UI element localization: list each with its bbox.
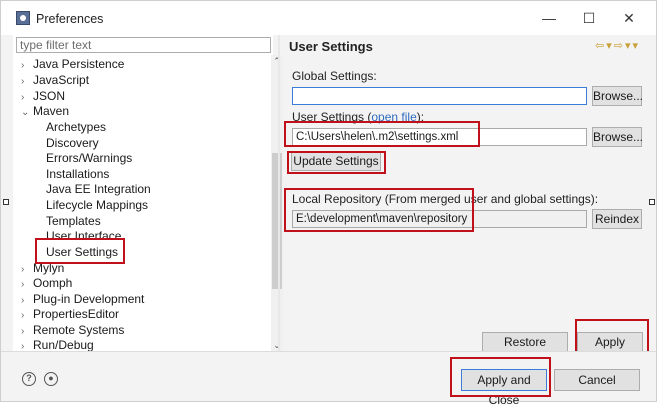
tree-item-label: PropertiesEditor [33,307,120,321]
panel-divider[interactable] [278,35,280,351]
tree-item-remote-systems[interactable]: › Remote Systems [21,322,124,338]
tree-item-archetypes[interactable]: Archetypes [46,119,106,135]
page-title: User Settings [289,39,373,54]
settings-page: User Settings ⇦▾⇨▾▾ Global Settings: Bro… [281,35,656,367]
tree-item-label: Remote Systems [33,323,125,337]
tree-item-label: Plug-in Development [33,292,145,306]
tree-item-label: Java Persistence [33,57,125,71]
tree-item-mylyn[interactable]: › Mylyn [21,260,64,276]
user-settings-input[interactable]: C:\Users\helen\.m2\settings.xml [292,128,587,146]
record-icon[interactable]: ● [44,372,58,386]
open-file-link[interactable]: open file [371,110,416,124]
tree-item-json[interactable]: › JSON [21,88,65,104]
local-repository-input[interactable]: E:\development\maven\repository [292,210,587,228]
tree-item-run-debug[interactable]: › Run/Debug [21,337,94,351]
tree-item-label: JavaScript [33,73,90,87]
resize-handle-left[interactable] [3,199,9,205]
dialog-content: type filter text › Java Persistence › Java… [1,35,656,367]
history-nav-icons[interactable]: ⇦▾⇨▾▾ [595,39,640,52]
user-settings-text: User Settings [292,110,365,124]
global-settings-input[interactable] [292,87,587,105]
user-browse-button[interactable]: Browse... [592,127,643,147]
eclipse-app-icon [16,11,30,25]
tree-item-installations[interactable]: Installations [46,166,109,182]
preference-tree: › Java Persistence › JavaScript › JSON ⌄ Mav… [13,55,259,351]
tree-item-oomph[interactable]: › Oomph [21,275,72,291]
tree-item-java-persistence[interactable]: › Java Persistence [21,56,124,72]
dialog-footer: ? ● Apply and Close Cancel [1,351,656,407]
tree-item-lifecycle-mappings[interactable]: Lifecycle Mappings [46,197,148,213]
tree-item-errors-warnings[interactable]: Errors/Warnings [46,150,132,166]
preference-tree-panel: type filter text › Java Persistence › Java… [13,35,283,351]
restore-defaults-button[interactable]: Restore Defaults [482,332,568,367]
tree-item-label: Mylyn [33,261,65,275]
resize-handle-right[interactable] [649,199,655,205]
tree-item-maven[interactable]: ⌄ Maven [21,103,69,119]
maximize-button[interactable]: ☐ [579,9,599,27]
cancel-button[interactable]: Cancel [554,369,640,391]
title-bar: Preferences — ☐ ✕ [1,1,656,35]
apply-and-close-button[interactable]: Apply and Close [461,369,547,407]
filter-input[interactable]: type filter text [16,37,271,53]
tree-item-label: Run/Debug [33,338,94,351]
minimize-button[interactable]: — [539,9,559,27]
user-settings-label: User Settings (open file): [292,110,425,124]
reindex-button[interactable]: Reindex [592,209,642,229]
window-title: Preferences [36,12,104,26]
tree-item-user-settings[interactable]: User Settings [46,244,118,260]
tree-item-label: Oomph [33,276,73,290]
tree-item-java-ee-integration[interactable]: Java EE Integration [46,181,151,197]
preferences-window: Preferences — ☐ ✕ type filter text › Java… [0,0,657,407]
global-settings-label: Global Settings: [292,69,377,83]
close-button[interactable]: ✕ [619,9,639,27]
update-settings-button[interactable]: Update Settings [291,151,381,171]
tree-item-templates[interactable]: Templates [46,213,101,229]
tree-item-label: Maven [33,104,70,118]
tree-item-user-interface[interactable]: User Interface [46,228,121,244]
help-icon[interactable]: ? [22,372,36,386]
tree-item-javascript[interactable]: › JavaScript [21,72,89,88]
tree-item-plug-in-development[interactable]: › Plug-in Development [21,291,144,307]
local-repository-label: Local Repository (From merged user and g… [292,192,599,206]
chevron-right-icon: › [21,341,25,351]
tree-item-label: JSON [33,89,66,103]
tree-item-properties-editor[interactable]: › PropertiesEditor [21,306,119,322]
apply-button[interactable]: Apply [577,332,643,352]
global-browse-button[interactable]: Browse... [592,86,643,106]
tree-item-discovery[interactable]: Discovery [46,135,99,151]
chevron-down-icon: ⌄ [21,107,30,118]
